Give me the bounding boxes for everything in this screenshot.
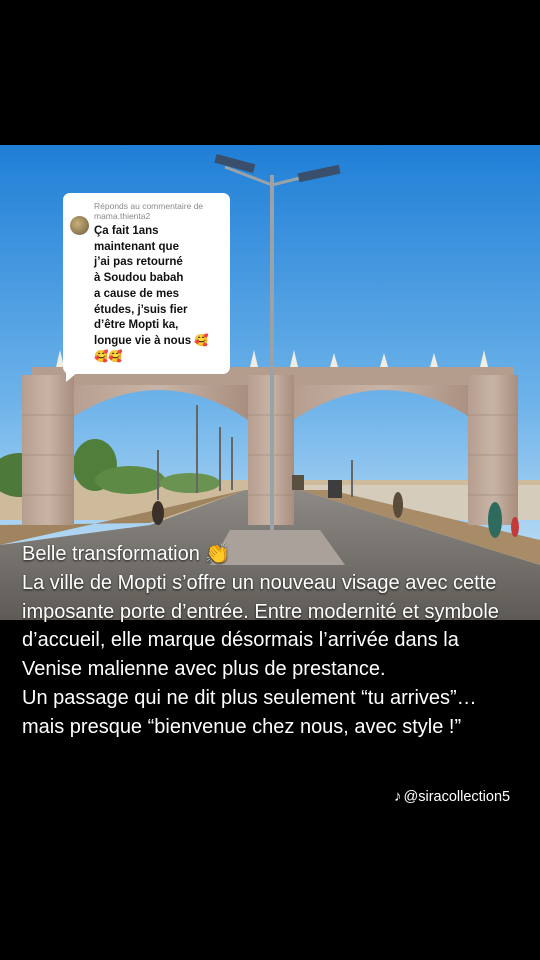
post-caption: Belle transformation 👏 La ville de Mopti…: [22, 540, 522, 742]
tiktok-icon: ♪: [394, 788, 402, 805]
tiktok-watermark: ♪ @siracollection5: [394, 788, 510, 805]
reply-message: Ça fait 1ans maintenant que j’ai pas ret…: [94, 225, 209, 363]
caption-line: Belle transformation 👏: [22, 543, 231, 565]
watermark-handle: @siracollection5: [403, 788, 511, 805]
caption-line: Un passage qui ne dit plus seulement “tu…: [22, 686, 477, 738]
bubble-tail: [66, 372, 78, 382]
caption-line: La ville de Mopti s’offre un nouveau vis…: [22, 571, 499, 681]
commenter-avatar: [70, 216, 89, 235]
comment-reply-bubble[interactable]: Réponds au commentaire de mama.thienta2 …: [63, 193, 230, 382]
reply-header: Réponds au commentaire de mama.thienta2: [94, 201, 204, 221]
